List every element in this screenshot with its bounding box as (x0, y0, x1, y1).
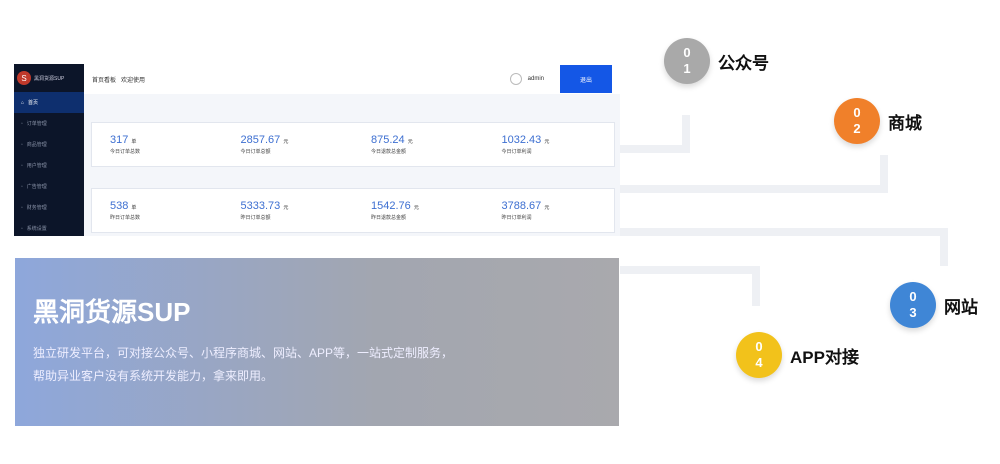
stat-value: 3788.67 (501, 200, 542, 212)
channel-node: 0 4 APP对接 (736, 332, 859, 378)
stat-value: 2857.67 (240, 134, 281, 146)
stat-label: 昨日订单总额 (240, 215, 271, 221)
channel-label: 商城 (888, 113, 922, 133)
menu-icon: ▫ (21, 141, 23, 148)
menu-icon: ▫ (21, 162, 23, 169)
number-badge: 02 (834, 98, 880, 144)
username: admin (527, 76, 544, 82)
menu-icon: ▫ (21, 225, 23, 232)
stat-value: 317 (110, 134, 129, 146)
sidebar-item[interactable]: ▫ 用户管理 (14, 155, 84, 176)
breadcrumb-2: 欢迎使用 (121, 77, 146, 84)
menu-icon: ▫ (21, 183, 23, 190)
stat-label: 昨日退款总金额 (371, 215, 407, 221)
banner-title: 黑洞货源SUP (33, 297, 191, 327)
channel-node: 0 1 公众号 (664, 38, 769, 84)
channel-label: APP对接 (790, 347, 859, 367)
header: 首页看板 欢迎使用 admin 退出 (84, 64, 620, 94)
number-badge: 03 (890, 282, 936, 328)
stat-cell: 875.24 元今日退款总金额 (353, 134, 484, 155)
stat-cell: 538 单昨日订单总数 (92, 200, 223, 221)
sidebar-item[interactable]: ⌂ 首页 (14, 92, 84, 113)
stat-value: 5333.73 (240, 200, 281, 212)
avatar[interactable] (509, 73, 522, 85)
stat-label: 今日退款总金额 (371, 149, 407, 155)
stat-cell: 317 单今日订单总数 (92, 134, 223, 155)
channel-label: 公众号 (718, 53, 769, 73)
stat-value: 538 (110, 200, 129, 212)
stat-cell: 2857.67 元今日订单总额 (223, 134, 354, 155)
breadcrumb-1: 首页看板 (92, 77, 117, 84)
banner: 黑洞货源SUP 独立研发平台，可对接公众号、小程序商城、网站、APP等，一站式定… (15, 258, 619, 426)
logo-icon: S (17, 71, 31, 85)
sidebar-item[interactable]: ▫ 财务管理 (14, 197, 84, 218)
stat-value: 875.24 (371, 134, 405, 146)
stat-cell: 5333.73 元昨日订单总额 (223, 200, 354, 221)
logo: S 黑洞货源SUP (14, 64, 84, 92)
stat-value: 1542.76 (371, 200, 411, 212)
banner-description: 独立研发平台，可对接公众号、小程序商城、网站、APP等，一站式定制服务，帮助异业… (33, 346, 454, 383)
logout-button[interactable]: 退出 (560, 65, 612, 93)
stat-value: 1032.43 (501, 134, 542, 146)
channel-node: 0 3 网站 (890, 282, 978, 328)
channel-node: 0 2 商城 (834, 98, 922, 144)
sidebar-item[interactable]: ▫ 商品管理 (14, 134, 84, 155)
stat-label: 今日订单利润 (501, 149, 532, 155)
stats-row-yesterday: 538 单昨日订单总数 5333.73 元昨日订单总额 1542.76 元昨日退款总… (91, 188, 615, 233)
number-badge: 04 (736, 332, 782, 378)
sidebar: S 黑洞货源SUP ⌂ 首页 ▫ 订单管理 ▫ 商品管理 ▫ 用户管理 ▫ 广告管理 ▫ 财务管理 ▫ 系统… (14, 64, 84, 236)
stat-label: 今日订单总数 (110, 149, 141, 155)
channel-label: 网站 (944, 297, 978, 317)
admin-screenshot: S 黑洞货源SUP ⌂ 首页 ▫ 订单管理 ▫ 商品管理 ▫ 用户管理 ▫ 广告管理 ▫ 财务管理 ▫ 系统… (14, 64, 620, 236)
stat-cell: 1542.76 元昨日退款总金额 (353, 200, 484, 221)
stat-label: 昨日订单总数 (110, 215, 141, 221)
stat-label: 今日订单总额 (240, 149, 271, 155)
number-badge: 01 (664, 38, 710, 84)
stat-cell: 3788.67 元昨日订单利润 (484, 200, 615, 221)
stat-label: 昨日订单利润 (501, 215, 532, 221)
sidebar-item[interactable]: ▫ 订单管理 (14, 113, 84, 134)
sidebar-item[interactable]: ▫ 广告管理 (14, 176, 84, 197)
menu-icon: ▫ (21, 204, 23, 211)
menu-icon: ▫ (21, 120, 23, 127)
sidebar-item[interactable]: ▫ 系统设置 (14, 218, 84, 239)
stat-cell: 1032.43 元今日订单利润 (484, 134, 615, 155)
stats-row-today: 317 单今日订单总数 2857.67 元今日订单总额 875.24 元今日退款总金… (91, 122, 615, 167)
menu-icon: ⌂ (21, 99, 25, 106)
